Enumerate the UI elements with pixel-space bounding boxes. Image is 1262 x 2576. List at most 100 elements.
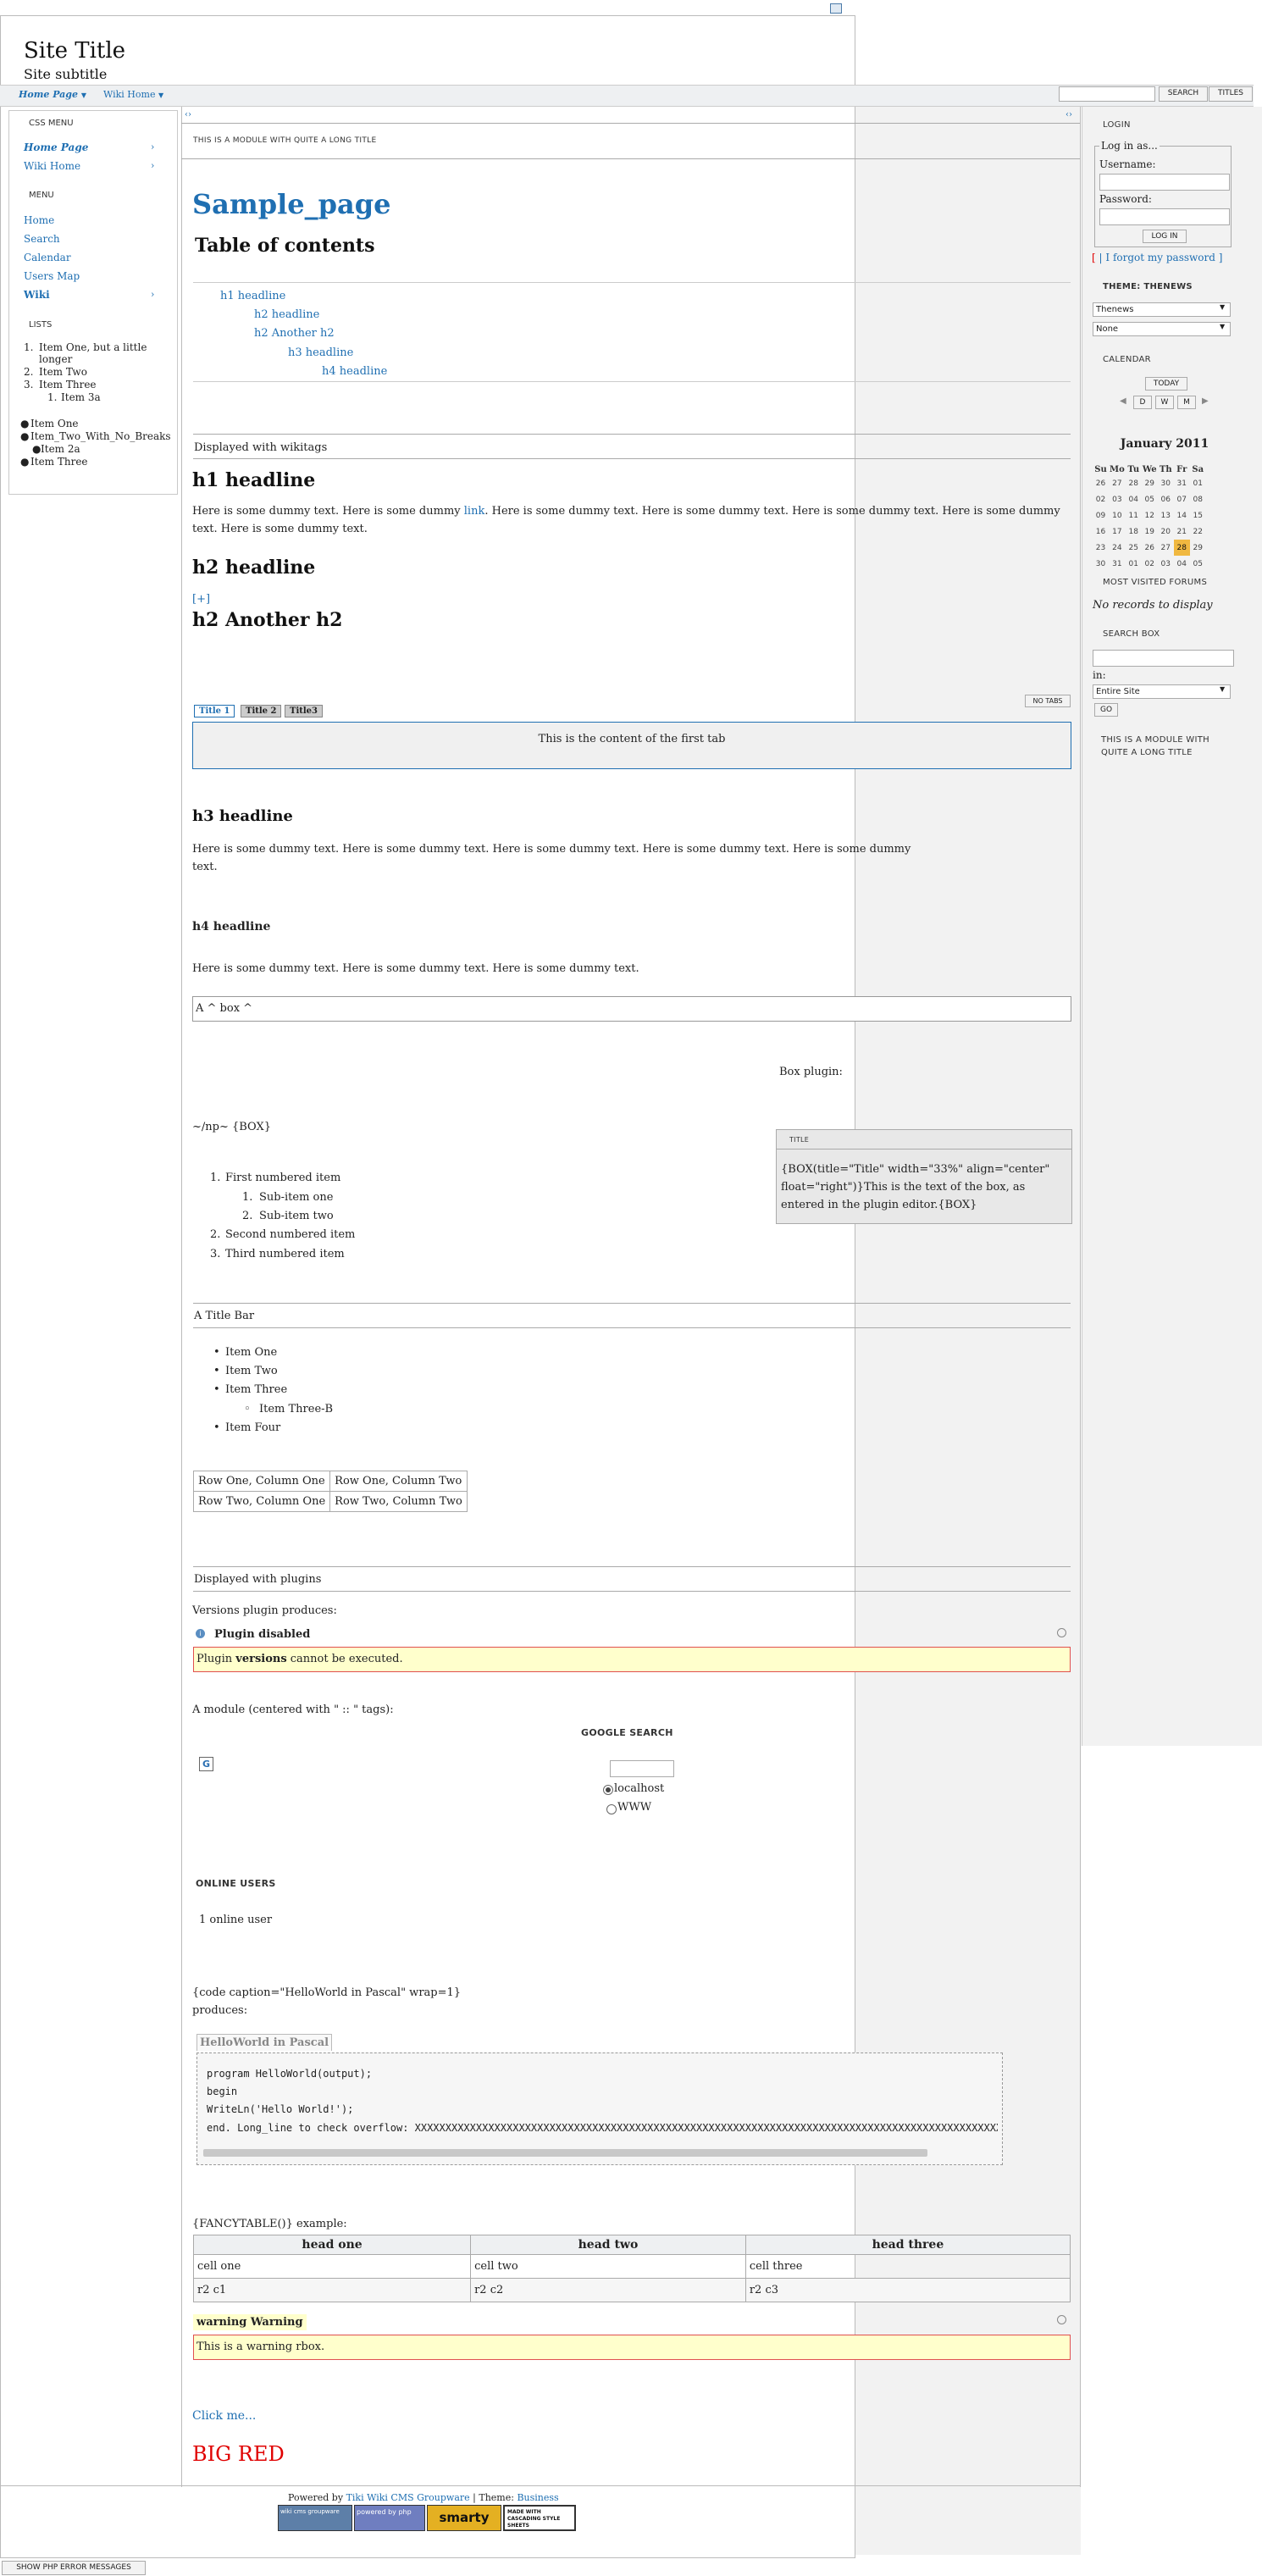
calendar-day[interactable]: 31 — [1174, 475, 1190, 491]
calendar-day[interactable]: 10 — [1109, 507, 1126, 524]
calendar-day[interactable]: 21 — [1174, 524, 1190, 540]
top-titles-button[interactable]: Titles — [1209, 86, 1253, 102]
calendar-day[interactable]: 12 — [1142, 507, 1158, 524]
expand-toggle[interactable]: [+] — [192, 593, 210, 606]
username-input[interactable] — [1099, 174, 1230, 191]
calendar-day[interactable]: 22 — [1190, 524, 1206, 540]
calendar-day[interactable]: 04 — [1174, 556, 1190, 572]
calendar-day[interactable]: 28 — [1126, 475, 1142, 491]
calendar-day[interactable]: 04 — [1126, 491, 1142, 507]
edit-icon[interactable] — [830, 3, 842, 14]
column-header[interactable]: head two — [470, 2235, 746, 2255]
calendar-day[interactable]: 23 — [1093, 540, 1109, 556]
theme-link[interactable]: Business — [517, 2492, 558, 2503]
calendar-day[interactable]: 28 — [1173, 540, 1190, 556]
tiki-badge-icon[interactable]: wiki cms groupware — [278, 2505, 352, 2531]
calendar-day[interactable]: 29 — [1142, 475, 1158, 491]
topnav-wiki-home[interactable]: Wiki Home ▼ — [103, 89, 163, 100]
login-button[interactable]: LOG IN — [1143, 230, 1187, 243]
calendar-day[interactable]: 24 — [1109, 540, 1126, 556]
calendar-day[interactable]: 17 — [1109, 524, 1126, 540]
calendar-day[interactable]: 01 — [1126, 556, 1142, 572]
calendar-day[interactable]: 02 — [1093, 491, 1109, 507]
go-button[interactable]: GO — [1094, 703, 1118, 717]
next-arrow-icon[interactable]: ▶ — [1202, 396, 1209, 406]
calendar-day[interactable]: 30 — [1093, 556, 1109, 572]
toc-h2[interactable]: h2 headline — [254, 308, 319, 321]
css-menu-home-page[interactable]: Home Page — [24, 141, 88, 153]
calendar-day[interactable]: 26 — [1093, 475, 1109, 491]
calendar-day[interactable]: 29 — [1190, 540, 1206, 556]
calendar-day[interactable]: 14 — [1174, 507, 1190, 524]
calendar-day[interactable]: 20 — [1158, 524, 1174, 540]
google-search-input[interactable] — [610, 1760, 674, 1777]
view-week-button[interactable]: W — [1155, 396, 1174, 409]
tab-title-2[interactable]: Title 2 — [241, 705, 282, 717]
tab-title-3[interactable]: Title3 — [285, 705, 323, 717]
calendar-day[interactable]: 27 — [1158, 540, 1174, 556]
calendar-day[interactable]: 11 — [1126, 507, 1142, 524]
click-me-link[interactable]: Click me... — [192, 2409, 256, 2423]
css-menu-wiki-home[interactable]: Wiki Home — [24, 160, 80, 172]
prev-arrow-icon[interactable]: ◀ — [1120, 396, 1126, 406]
calendar-day[interactable]: 05 — [1142, 491, 1158, 507]
calendar-day[interactable]: 30 — [1158, 475, 1174, 491]
searchbox-input[interactable] — [1093, 650, 1234, 667]
menu-calendar[interactable]: Calendar — [24, 252, 71, 263]
site-title[interactable]: Site Title — [24, 38, 125, 64]
today-button[interactable]: TODAY — [1145, 377, 1187, 391]
column-header[interactable]: head one — [192, 2235, 472, 2255]
top-search-button[interactable]: Search — [1159, 86, 1208, 102]
calendar-day[interactable]: 07 — [1174, 491, 1190, 507]
dummy-link[interactable]: link — [464, 505, 485, 518]
calendar-day[interactable]: 03 — [1158, 556, 1174, 572]
calendar-day[interactable]: 09 — [1093, 507, 1109, 524]
collapse-left-icon[interactable]: ‹› — [185, 110, 191, 119]
menu-home[interactable]: Home — [24, 214, 54, 226]
calendar-day[interactable]: 05 — [1190, 556, 1206, 572]
calendar-day[interactable]: 01 — [1190, 475, 1206, 491]
view-day-button[interactable]: D — [1133, 396, 1152, 409]
theme-option-select[interactable]: None — [1093, 322, 1231, 336]
menu-wiki[interactable]: Wiki — [24, 289, 50, 301]
calendar-day[interactable]: 27 — [1109, 475, 1126, 491]
calendar-day[interactable]: 26 — [1142, 540, 1158, 556]
calendar-day[interactable]: 18 — [1126, 524, 1142, 540]
toc-h1[interactable]: h1 headline — [220, 290, 285, 302]
theme-select[interactable]: Thenews — [1093, 302, 1231, 317]
php-badge-icon[interactable]: powered by php — [354, 2505, 425, 2531]
calendar-day[interactable]: 25 — [1126, 540, 1142, 556]
code-scrollbar[interactable] — [203, 2149, 927, 2157]
calendar-day[interactable]: 08 — [1190, 491, 1206, 507]
top-search-input[interactable] — [1059, 86, 1155, 102]
toc-h2b[interactable]: h2 Another h2 — [254, 327, 335, 340]
menu-users-map[interactable]: Users Map — [24, 270, 80, 282]
toc-h3[interactable]: h3 headline — [288, 346, 353, 359]
calendar-day[interactable]: 16 — [1093, 524, 1109, 540]
calendar-day[interactable]: 15 — [1190, 507, 1206, 524]
smarty-badge-icon[interactable]: smarty — [427, 2505, 501, 2531]
search-scope-select[interactable]: Entire Site — [1093, 684, 1231, 699]
column-header[interactable]: head three — [744, 2235, 1071, 2255]
close-circle-icon[interactable] — [1057, 1628, 1066, 1637]
close-circle-icon[interactable] — [1057, 2315, 1066, 2324]
calendar-day[interactable]: 03 — [1109, 491, 1126, 507]
radio-www[interactable] — [606, 1804, 617, 1814]
forgot-password[interactable]: [ | I forgot my password ] — [1092, 252, 1222, 263]
toc-h4[interactable]: h4 headline — [322, 365, 387, 378]
view-month-button[interactable]: M — [1177, 396, 1196, 409]
css-badge-icon[interactable]: MADE WITH CASCADING STYLE SHEETS — [503, 2505, 576, 2531]
calendar-day[interactable]: 31 — [1109, 556, 1126, 572]
menu-search[interactable]: Search — [24, 233, 60, 245]
calendar-day[interactable]: 13 — [1158, 507, 1174, 524]
topnav-home-page[interactable]: Home Page ▼ — [19, 89, 86, 100]
tab-title-1[interactable]: Title 1 — [194, 705, 235, 717]
calendar-day[interactable]: 06 — [1158, 491, 1174, 507]
show-php-errors-button[interactable]: SHOW PHP ERROR MESSAGES — [2, 2561, 146, 2575]
no-tabs-button[interactable]: No Tabs — [1025, 695, 1071, 707]
tiki-link[interactable]: Tiki Wiki CMS Groupware — [346, 2492, 470, 2503]
page-title[interactable]: Sample_page — [192, 188, 390, 220]
password-input[interactable] — [1099, 208, 1230, 225]
forgot-link[interactable]: I forgot my password — [1105, 252, 1215, 263]
calendar-day[interactable]: 19 — [1142, 524, 1158, 540]
